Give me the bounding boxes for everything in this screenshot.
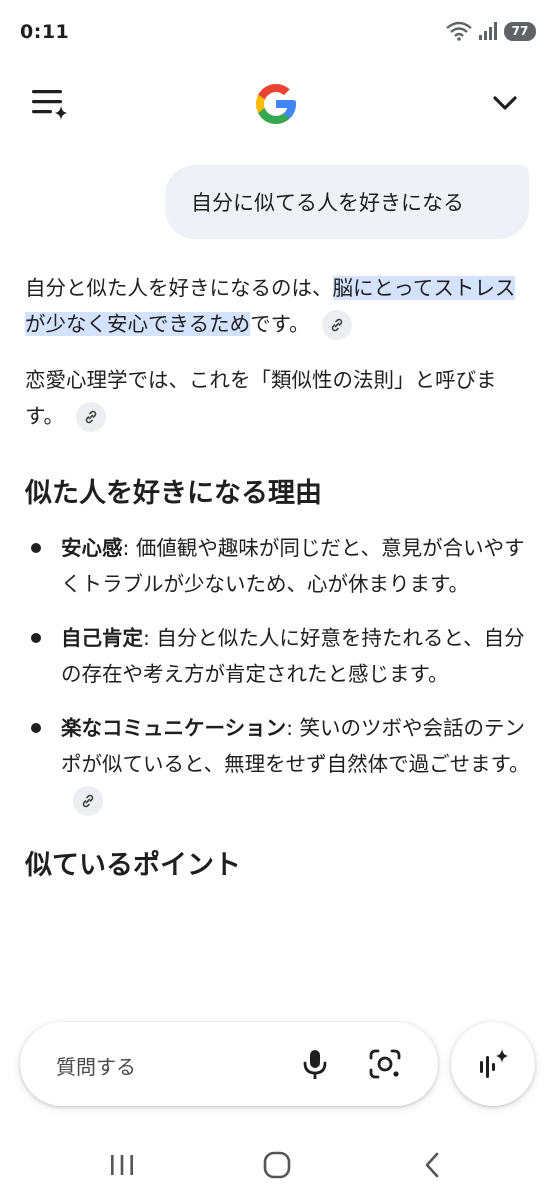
back-icon[interactable] [420,1150,444,1180]
app-bar [0,66,554,136]
recents-icon[interactable] [108,1152,136,1178]
source-link-button[interactable] [73,786,103,816]
list-item-text: : 価値観や趣味が同じだと、意見が合いやすくトラブルが少ないため、心が休まります… [61,536,525,596]
section-heading: 似ているポイント [25,850,241,881]
answer-text-after: です。 [250,312,310,336]
list-item: 自己肯定: 自分と似た人に好意を持たれると、自分の存在や考え方が肯定されたと感じ… [25,620,530,692]
answer-text-before: 自分と似た人を好きになるのは、 [25,276,333,300]
reasons-list: 安心感: 価値観や趣味が同じだと、意見が合いやすくトラブルが少ないため、心が休ま… [25,530,530,818]
section-heading: 似た人を好きになる理由 [25,478,322,509]
home-icon[interactable] [262,1150,292,1180]
list-item-term: 安心感 [61,536,123,560]
user-query-text: 自分に似てる人を好きになる [191,191,464,215]
answer-paragraph-1: 自分と似た人を好きになるのは、脳にとってストレスが少なく安心できるためです。 [25,270,530,342]
answer-content: 自分と似た人を好きになるのは、脳にとってストレスが少なく安心できるためです。 恋… [25,270,530,886]
link-icon [331,318,342,332]
bullet [31,543,41,553]
user-query-bubble: 自分に似てる人を好きになる [165,165,529,239]
bullet [31,723,41,733]
ask-input-placeholder: 質問する [56,1055,136,1079]
answer-paragraph-2: 恋愛心理学では、これを「類似性の法則」と呼びます。 [25,362,530,434]
ask-input-bar[interactable]: 質問する [20,1022,438,1106]
google-g-logo [256,84,296,124]
source-link-button[interactable] [321,310,352,340]
list-item: 安心感: 価値観や趣味が同じだと、意見が合いやすくトラブルが少ないため、心が休ま… [25,530,530,602]
list-item: 楽なコミュニケーション: 笑いのツボや会話のテンポが似ていると、無理をせず自然体… [25,710,530,818]
battery-icon: 77 [504,21,536,41]
link-icon [85,410,97,424]
menu-sparkle-icon[interactable] [30,86,70,122]
lens-icon[interactable] [368,1048,402,1080]
list-item-term: 自己肯定 [61,626,143,650]
cell-signal-icon [479,22,497,40]
status-icons: 77 [446,21,536,41]
bullet [31,633,41,643]
system-nav-bar [0,1130,554,1200]
wifi-icon [446,21,472,41]
list-item-term: 楽なコミュニケーション [61,716,287,740]
screen: 0:11 77 自分に似てる人を好きになる 自分と似た人を好きになるのは、脳にと… [0,0,554,1200]
mic-icon[interactable] [300,1048,330,1080]
live-voice-button[interactable] [451,1022,535,1106]
status-bar: 0:11 77 [0,0,554,66]
status-time: 0:11 [20,21,70,43]
chevron-down-icon[interactable] [488,86,522,120]
link-icon [82,794,94,808]
live-sparkle-icon [480,1049,508,1078]
source-link-button[interactable] [75,402,106,432]
